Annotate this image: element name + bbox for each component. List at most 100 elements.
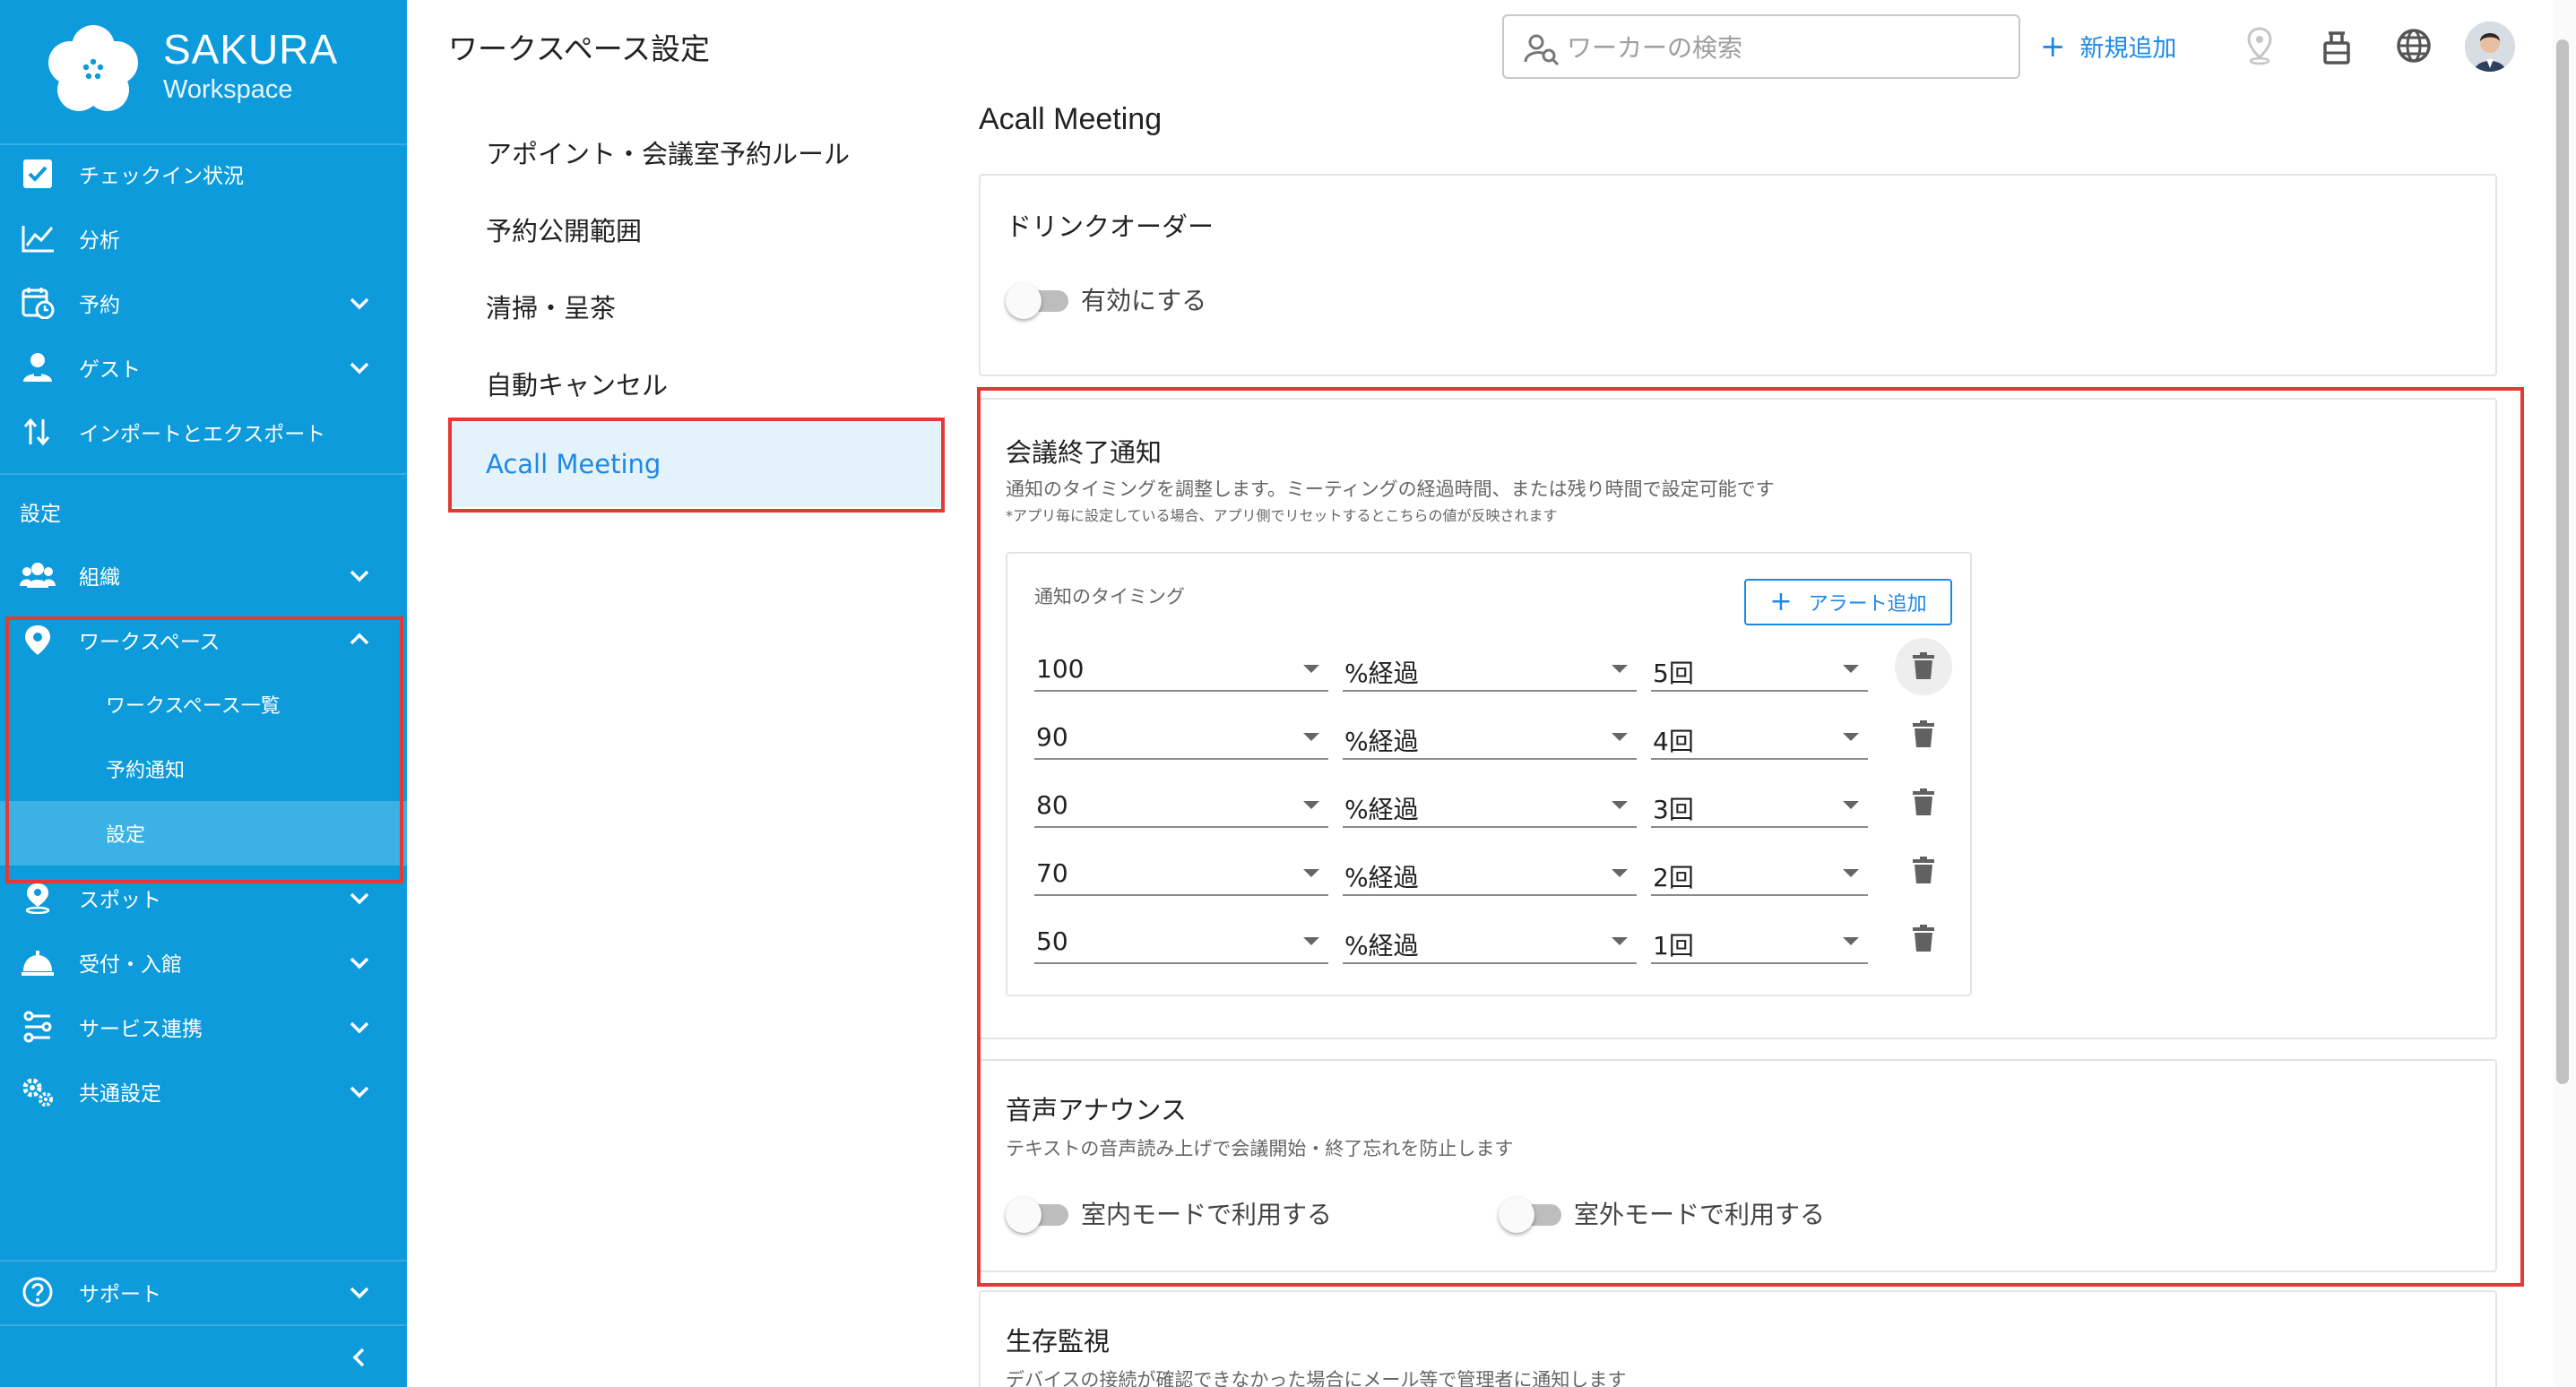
dropdown-arrow-icon bbox=[1303, 801, 1319, 809]
add-new-button[interactable]: + 新規追加 bbox=[2040, 29, 2177, 64]
sidebar-item-spot[interactable]: スポット bbox=[0, 866, 407, 930]
plus-icon: + bbox=[1769, 586, 1793, 617]
sidebar-item-label: 組織 bbox=[79, 566, 120, 590]
worker-search[interactable] bbox=[1502, 14, 2020, 79]
alive-monitoring-card: 生存監視 デバイスの接続が確認できなかった場合にメール等で管理者に通知します bbox=[979, 1290, 2497, 1387]
collapse-sidebar-icon[interactable] bbox=[346, 1344, 373, 1371]
sidebar-item-reception[interactable]: 受付・入館 bbox=[0, 930, 407, 995]
dropdown-arrow-icon bbox=[1612, 937, 1628, 945]
sidebar-subitem-workspace-list[interactable]: ワークスペース一覧 bbox=[0, 672, 407, 737]
sidebar-item-label: サポート bbox=[79, 1283, 161, 1306]
dropdown-arrow-icon bbox=[1612, 869, 1628, 877]
alive-title: 生存監視 bbox=[1006, 1326, 1111, 1357]
sidebar-item-label: ゲスト bbox=[79, 358, 141, 382]
toggle-knob bbox=[1499, 1197, 1534, 1233]
timing-value-select[interactable]: 80 bbox=[1034, 783, 1328, 828]
sidebar-item-checkin[interactable]: チェックイン状況 bbox=[0, 142, 407, 206]
dropdown-arrow-icon bbox=[1303, 869, 1319, 877]
sidebar-item-import-export[interactable]: インポートとエクスポート bbox=[0, 400, 407, 464]
delete-row-button[interactable] bbox=[1895, 910, 1952, 968]
toggle-knob bbox=[1006, 1197, 1042, 1233]
settings-nav-appointment-rules[interactable]: アポイント・会議室予約ルール bbox=[450, 109, 943, 195]
timing-value-select[interactable]: 100 bbox=[1034, 647, 1328, 692]
person-search-icon bbox=[1524, 34, 1560, 66]
timing-count-select[interactable]: 2回 bbox=[1651, 851, 1868, 896]
timing-count-select[interactable]: 3回 bbox=[1651, 783, 1868, 828]
indoor-mode-toggle[interactable] bbox=[1006, 1195, 1068, 1233]
sidebar-item-support[interactable]: サポート bbox=[0, 1260, 407, 1324]
timing-value-select[interactable]: 50 bbox=[1034, 919, 1328, 964]
meeting-end-title: 会議終了通知 bbox=[1006, 437, 1163, 468]
avatar-portrait bbox=[2465, 22, 2515, 72]
gears-icon bbox=[22, 1078, 53, 1107]
dropdown-arrow-icon bbox=[1303, 937, 1319, 945]
sidebar-subitem-reservation-notice[interactable]: 予約通知 bbox=[0, 737, 407, 801]
timing-label: 通知のタイミング bbox=[1034, 586, 1185, 607]
location-icon[interactable] bbox=[2239, 25, 2280, 66]
device-icon[interactable] bbox=[2316, 25, 2357, 66]
delete-row-button[interactable] bbox=[1895, 706, 1952, 763]
timing-unit-select[interactable]: %経過 bbox=[1343, 715, 1637, 760]
sidebar-item-reservation[interactable]: 予約 bbox=[0, 271, 407, 335]
search-input[interactable] bbox=[1567, 25, 1997, 70]
brand-sub: Workspace bbox=[163, 75, 293, 104]
drink-order-toggle[interactable] bbox=[1006, 281, 1068, 319]
sidebar-item-integrations[interactable]: サービス連携 bbox=[0, 995, 407, 1059]
sidebar-item-common-settings[interactable]: 共通設定 bbox=[0, 1059, 407, 1124]
reception-bell-icon bbox=[22, 951, 54, 976]
sidebar-item-guest[interactable]: ゲスト bbox=[0, 335, 407, 400]
globe-icon[interactable] bbox=[2393, 25, 2434, 66]
delete-row-button[interactable] bbox=[1895, 842, 1952, 900]
sakura-logo bbox=[48, 25, 138, 111]
sidebar-item-analytics[interactable]: 分析 bbox=[0, 206, 407, 271]
sidebar-item-workspace[interactable]: ワークスペース bbox=[0, 607, 407, 672]
alive-desc: デバイスの接続が確認できなかった場合にメール等で管理者に通知します bbox=[1006, 1369, 1627, 1387]
outdoor-mode-toggle[interactable] bbox=[1499, 1195, 1561, 1233]
chevron-down-icon bbox=[350, 297, 369, 310]
sidebar-item-label: 予約通知 bbox=[106, 760, 186, 782]
section-title: Acall Meeting bbox=[979, 102, 1163, 136]
select-value: 5回 bbox=[1653, 659, 1694, 688]
sidebar-item-organization[interactable]: 組織 bbox=[0, 543, 407, 607]
select-value: 70 bbox=[1036, 858, 1068, 888]
sidebar-item-label: 分析 bbox=[79, 229, 120, 253]
timing-unit-select[interactable]: %経過 bbox=[1343, 647, 1637, 692]
timing-unit-select[interactable]: %経過 bbox=[1343, 919, 1637, 964]
delete-row-button[interactable] bbox=[1895, 638, 1952, 695]
select-value: 90 bbox=[1036, 722, 1068, 752]
add-new-label: 新規追加 bbox=[2079, 35, 2177, 63]
select-value: %経過 bbox=[1344, 659, 1419, 688]
toggle-knob bbox=[1006, 283, 1042, 319]
settings-nav-publish-scope[interactable]: 予約公開範囲 bbox=[450, 186, 943, 272]
timing-count-select[interactable]: 4回 bbox=[1651, 715, 1868, 760]
timing-unit-select[interactable]: %経過 bbox=[1343, 851, 1637, 896]
add-alert-label: アラート追加 bbox=[1808, 593, 1927, 616]
dropdown-arrow-icon bbox=[1612, 801, 1628, 809]
chevron-down-icon bbox=[350, 1021, 369, 1034]
timing-value-select[interactable]: 90 bbox=[1034, 715, 1328, 760]
trash-icon bbox=[1913, 652, 1934, 679]
timing-value-select[interactable]: 70 bbox=[1034, 851, 1328, 896]
brand-name: SAKURA bbox=[163, 26, 339, 73]
delete-row-button[interactable] bbox=[1895, 774, 1952, 831]
drink-order-title: ドリンクオーダー bbox=[1006, 211, 1215, 242]
sidebar-subitem-settings[interactable]: 設定 bbox=[0, 801, 407, 866]
sidebar-item-label: スポット bbox=[79, 889, 161, 912]
timing-count-select[interactable]: 5回 bbox=[1651, 647, 1868, 692]
settings-nav-cleaning-tea[interactable]: 清掃・呈茶 bbox=[450, 263, 943, 349]
dropdown-arrow-icon bbox=[1843, 937, 1859, 945]
sidebar-item-label: ワークスペース一覧 bbox=[106, 695, 281, 718]
dropdown-arrow-icon bbox=[1612, 665, 1628, 673]
timing-unit-select[interactable]: %経過 bbox=[1343, 783, 1637, 828]
user-avatar[interactable] bbox=[2465, 22, 2515, 72]
add-alert-button[interactable]: + アラート追加 bbox=[1744, 579, 1952, 625]
checkbox-icon bbox=[23, 159, 52, 188]
timing-count-select[interactable]: 1回 bbox=[1651, 919, 1868, 964]
settings-nav-acall-meeting[interactable]: Acall Meeting bbox=[450, 421, 943, 507]
trash-icon bbox=[1913, 788, 1934, 815]
settings-nav-auto-cancel[interactable]: 自動キャンセル bbox=[450, 340, 943, 426]
voice-title: 音声アナウンス bbox=[1006, 1095, 1187, 1125]
scrollbar-thumb[interactable] bbox=[2556, 39, 2569, 1084]
import-export-icon bbox=[23, 418, 50, 446]
drink-order-card: ドリンクオーダー 有効にする bbox=[979, 174, 2497, 376]
